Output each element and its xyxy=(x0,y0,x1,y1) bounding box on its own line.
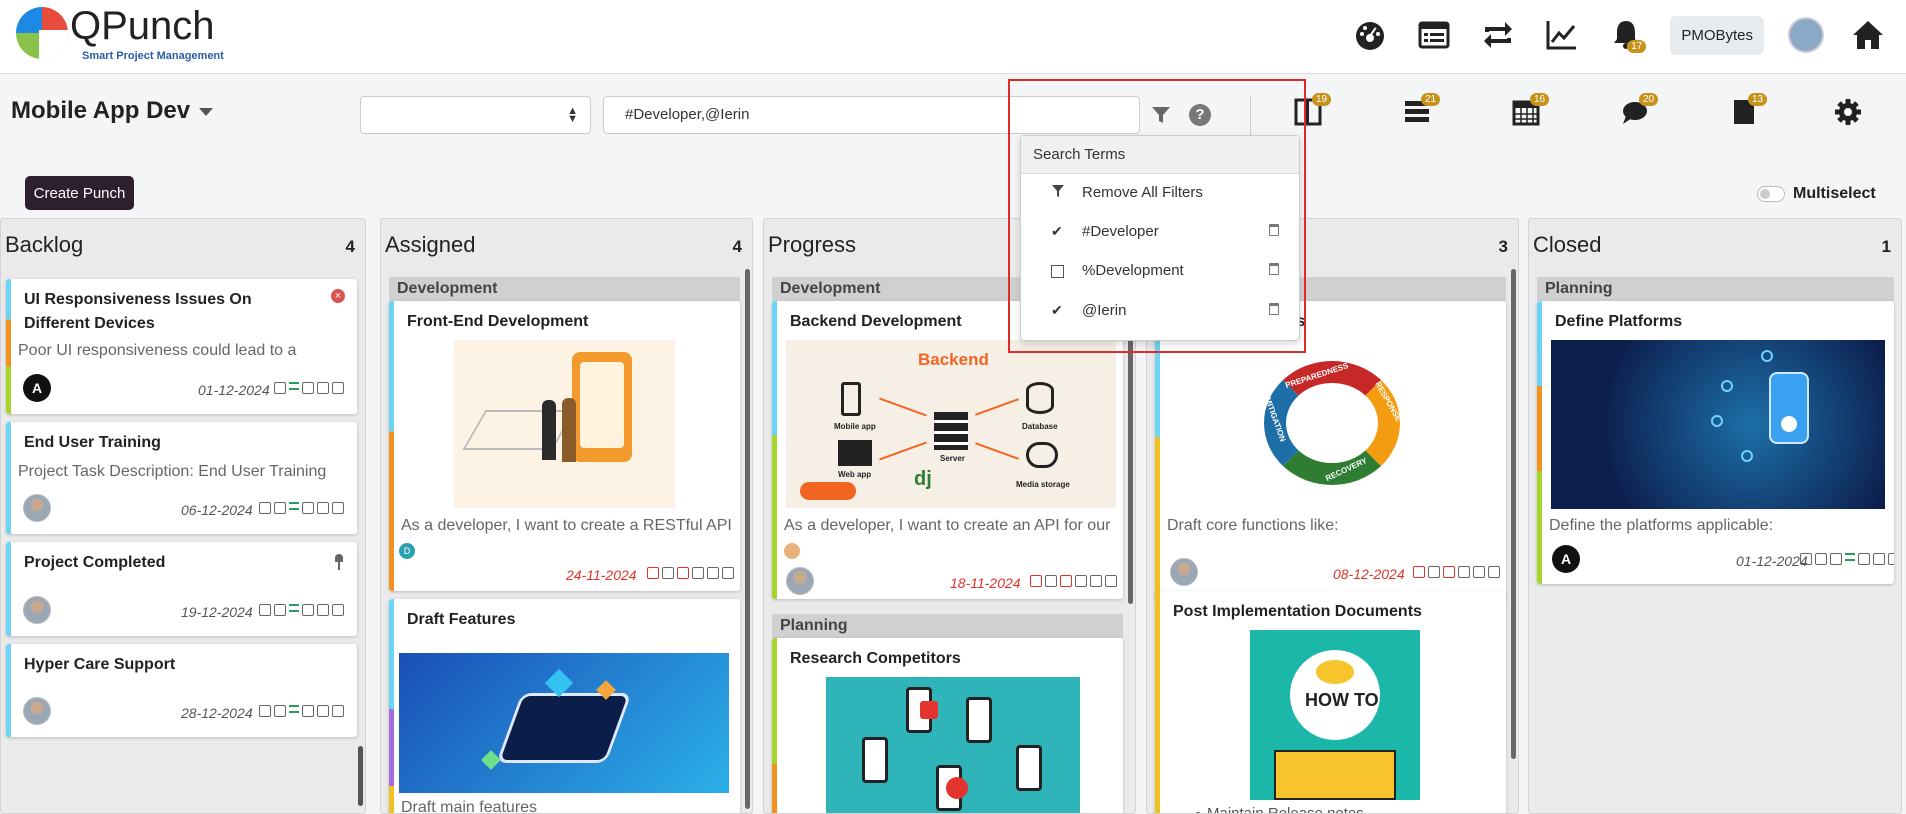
scrollbar[interactable] xyxy=(1511,269,1516,759)
close-icon[interactable]: × xyxy=(331,289,345,303)
card-actions[interactable] xyxy=(1800,553,1894,565)
card[interactable]: Define Platforms Define the platforms ap… xyxy=(1537,301,1894,584)
top-bar: QPunch Smart Project Management 17 PMOBy… xyxy=(0,0,1906,74)
file-count: 13 xyxy=(1748,93,1768,106)
due-date: 01-12-2024 xyxy=(198,382,270,398)
column-backlog: Backlog 4 UI Responsiveness Issues On Di… xyxy=(0,218,366,814)
column-title: Progress xyxy=(768,232,857,257)
card[interactable]: Project Completed 19-12-2024 xyxy=(6,542,357,636)
group-label: Development xyxy=(389,277,740,301)
card[interactable]: Post Implementation Documents HOW TO Mai… xyxy=(1155,591,1506,813)
column-assigned: Assigned 4 Development Front-End Develop… xyxy=(380,218,753,814)
sync-icon[interactable] xyxy=(1478,15,1518,55)
card[interactable]: Research Competitors xyxy=(772,638,1123,813)
top-icon-bar: 17 PMOBytes xyxy=(1350,8,1888,62)
avatar xyxy=(784,543,800,559)
bell-icon[interactable]: 17 xyxy=(1606,15,1647,55)
user-button[interactable]: PMOBytes xyxy=(1670,15,1764,55)
chat-count: 20 xyxy=(1639,93,1659,106)
avatar: A xyxy=(23,374,51,402)
avatar: D xyxy=(399,543,415,559)
multiselect-label: Multiselect xyxy=(1793,185,1876,202)
qpunch-logo[interactable] xyxy=(16,7,68,59)
card-image xyxy=(399,653,729,793)
brand-name: QPunch xyxy=(70,4,215,48)
card[interactable]: Hyper Care Support 28-12-2024 xyxy=(6,644,357,737)
card[interactable]: Front-End Development As a developer, I … xyxy=(389,301,740,591)
filter-select[interactable]: ▲ ▼ xyxy=(360,96,591,134)
scrollbar[interactable] xyxy=(358,746,363,806)
card-actions[interactable] xyxy=(647,567,734,579)
card-actions[interactable] xyxy=(1413,566,1500,578)
highlight-box xyxy=(1008,79,1306,353)
chart-icon[interactable] xyxy=(1542,15,1582,55)
card-image xyxy=(1551,340,1885,509)
list-icon[interactable] xyxy=(1414,15,1454,55)
dashboard-icon[interactable] xyxy=(1350,15,1390,55)
board-count: 19 xyxy=(1312,93,1332,106)
calendar-icon[interactable]: 16 xyxy=(1512,93,1550,132)
notification-count: 17 xyxy=(1627,40,1647,53)
column-closed: Closed 1 Planning Define Platforms Defin… xyxy=(1528,218,1902,814)
group-label: Planning xyxy=(1537,277,1894,301)
column-count: 1 xyxy=(1881,237,1891,256)
column-title: Backlog xyxy=(5,232,84,257)
home-icon[interactable] xyxy=(1848,15,1888,55)
calendar-count: 16 xyxy=(1530,93,1550,106)
create-punch-button[interactable]: Create Punch xyxy=(25,176,134,210)
card-image: PREPAREDNESS RESPONSE RECOVERY MITIGATIO… xyxy=(1263,361,1404,485)
scrollbar[interactable] xyxy=(745,269,750,809)
avatar xyxy=(23,596,51,624)
avatar xyxy=(786,567,814,595)
column-title: Assigned xyxy=(385,232,476,257)
list-count: 21 xyxy=(1421,93,1441,106)
file-icon[interactable]: 13 xyxy=(1730,93,1768,132)
card-actions[interactable] xyxy=(259,502,344,514)
card-actions[interactable] xyxy=(259,705,344,717)
group-label: Planning xyxy=(772,614,1123,638)
due-date: 24-11-2024 xyxy=(566,567,637,583)
card[interactable]: UI Responsiveness Issues On Different De… xyxy=(6,279,357,414)
card-image xyxy=(826,677,1080,813)
due-date: 01-12-2024 xyxy=(1736,553,1808,569)
due-date: 28-12-2024 xyxy=(181,705,253,721)
card[interactable]: End User Training Project Task Descripti… xyxy=(6,422,357,534)
avatar xyxy=(23,697,51,725)
due-date: 19-12-2024 xyxy=(181,604,253,620)
pin-icon[interactable] xyxy=(335,554,343,570)
due-date: 18-11-2024 xyxy=(950,575,1021,591)
card-image xyxy=(454,340,675,508)
card-actions[interactable] xyxy=(274,382,344,394)
chat-icon[interactable]: 20 xyxy=(1621,93,1659,132)
card-image: HOW TO xyxy=(1250,630,1420,800)
avatar xyxy=(23,494,51,522)
avatar: A xyxy=(1552,545,1580,573)
column-title: Closed xyxy=(1533,232,1602,257)
project-title[interactable]: Mobile App Dev xyxy=(11,97,190,125)
avatar[interactable] xyxy=(1788,17,1824,53)
chevron-down-icon[interactable] xyxy=(199,108,213,116)
card-actions[interactable] xyxy=(1030,575,1117,587)
brand-tagline: Smart Project Management xyxy=(82,50,224,62)
list-icon[interactable]: 21 xyxy=(1403,93,1441,132)
column-count: 4 xyxy=(732,237,742,256)
due-date: 06-12-2024 xyxy=(181,502,253,518)
due-date: 08-12-2024 xyxy=(1333,566,1405,582)
gear-icon[interactable] xyxy=(1834,98,1868,132)
card-actions[interactable] xyxy=(259,604,344,616)
card-image: Backend Mobile app Server Database Web a… xyxy=(786,340,1116,508)
column-count: 3 xyxy=(1498,237,1508,256)
select-arrows-icon: ▲ ▼ xyxy=(567,105,578,125)
card[interactable]: Draft Features Draft main features xyxy=(389,599,740,813)
avatar xyxy=(1170,558,1198,586)
column-count: 4 xyxy=(345,237,355,256)
multiselect-toggle[interactable] xyxy=(1757,186,1785,202)
